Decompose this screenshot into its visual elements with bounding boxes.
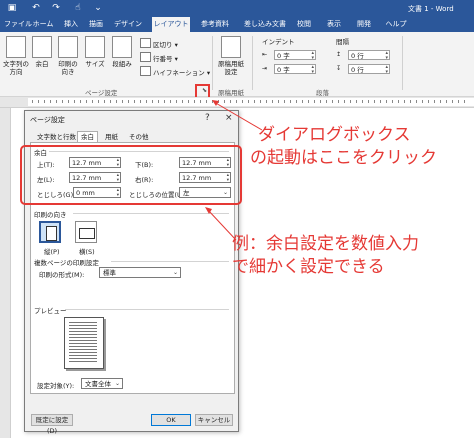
annotation-launcher-line1: ダイアログボックス <box>258 125 411 145</box>
annotation-margins-line1: 例：余白設定を数値入力 <box>232 234 419 254</box>
arrow-to-launcher <box>213 101 263 131</box>
arrowhead-launcher <box>212 100 219 106</box>
annotation-margins-line2: で細かく設定できる <box>232 257 385 277</box>
annotation-launcher-line2: の起動はここをクリック <box>250 148 437 168</box>
annotation-arrows <box>205 100 263 241</box>
